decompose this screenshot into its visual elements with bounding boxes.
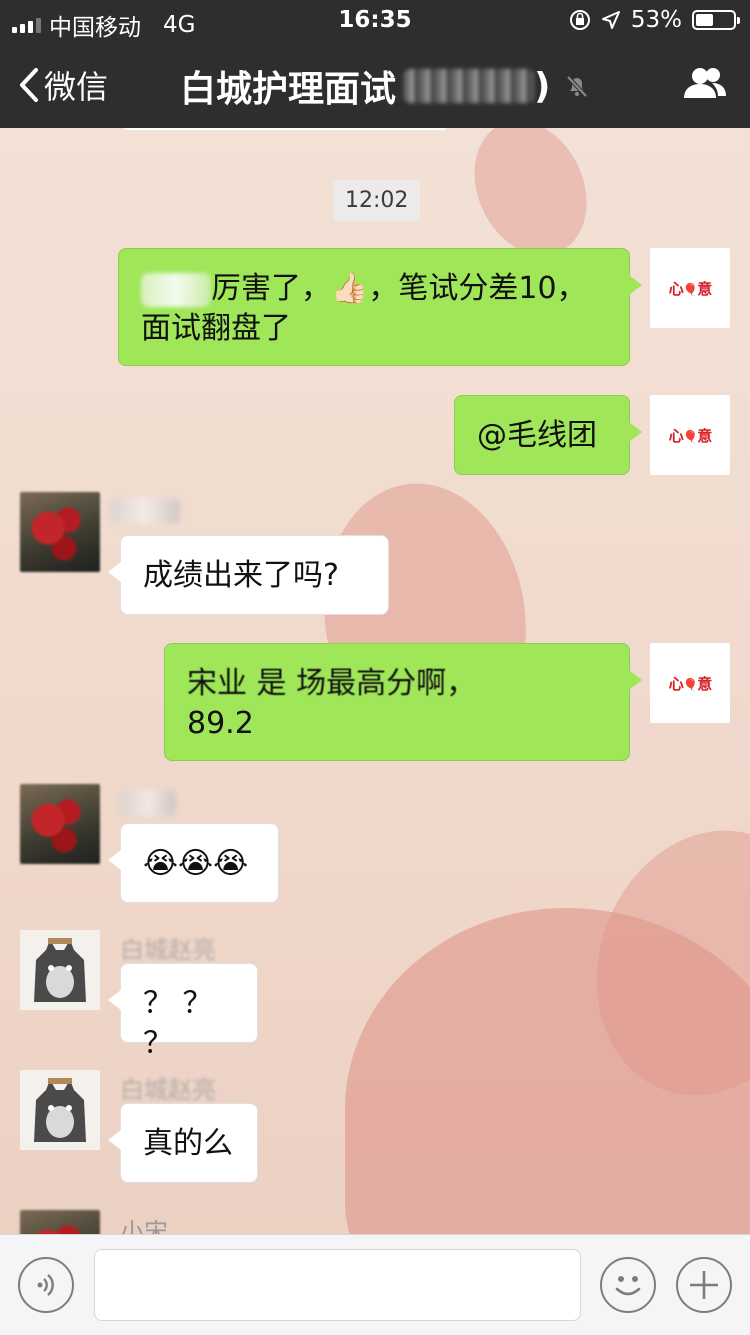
message-text: 面试翻盘了	[141, 311, 291, 346]
cat-avatar-icon	[20, 930, 100, 1010]
chat-title-suffix: )	[534, 65, 551, 107]
message-text: 真的么	[143, 1126, 233, 1161]
message-text: ，笔试分差10，	[368, 271, 587, 306]
timestamp: 12:02	[333, 180, 421, 221]
message-text: 89.2	[187, 706, 254, 741]
plus-icon	[690, 1271, 718, 1299]
message-bubble[interactable]: ？ ？ ？	[108, 963, 258, 1061]
rotation-lock-icon	[569, 10, 590, 30]
message-text: ？ ？ ？	[143, 986, 213, 1061]
group-members-button[interactable]	[682, 66, 728, 104]
sender-name: 白城赵亮	[120, 1076, 216, 1104]
battery-icon	[692, 10, 740, 30]
status-right: 53%	[569, 7, 740, 33]
message-bubble[interactable]: 成绩出来了吗?	[108, 535, 389, 615]
voice-icon	[37, 1274, 54, 1296]
nav-bar: 微信 白城护理面试 )	[0, 40, 750, 128]
avatar-self[interactable]: 心🎈意	[650, 395, 730, 475]
avatar-self[interactable]: 心🎈意	[650, 643, 730, 723]
message-bubble[interactable]: 厉害了，👍🏻，笔试分差10， 面试翻盘了	[118, 248, 642, 366]
message-bubble[interactable]: 😭😭😭	[108, 823, 279, 903]
mute-bell-icon	[567, 75, 588, 98]
previous-bubble-edge	[122, 128, 448, 130]
group-members-icon	[684, 68, 726, 98]
avatar-logo: 心🎈意	[668, 279, 713, 298]
sender-name: 白城赵亮	[120, 936, 216, 964]
chat-title: 白城护理面试 )	[180, 60, 590, 112]
message-text: 成绩出来了吗?	[143, 558, 339, 593]
more-options-button[interactable]	[676, 1257, 732, 1313]
location-icon	[601, 11, 620, 29]
avatar-logo: 心🎈意	[668, 426, 713, 445]
voice-button[interactable]	[18, 1257, 74, 1313]
input-bar	[0, 1234, 750, 1335]
message-bubble[interactable]: 真的么	[108, 1103, 258, 1183]
status-bar: 中国移动 4G 16:35 53%	[0, 0, 750, 41]
back-label: 微信	[44, 68, 109, 106]
avatar-other[interactable]	[20, 930, 100, 1010]
sender-name: 小宋	[120, 1218, 168, 1234]
battery-percent: 53%	[630, 7, 682, 33]
thumbs-up-icon: 👍🏻	[331, 271, 369, 306]
chat-area[interactable]: 12:02 心🎈意 厉害了，👍🏻，笔试分差10， 面试翻盘了 心🎈意 @毛线团 …	[0, 128, 750, 1234]
redacted-title-part	[404, 69, 535, 103]
redacted-text	[141, 272, 211, 307]
message-text-partially-redacted: 宋业 是 场最高分啊，	[187, 666, 477, 701]
avatar-other[interactable]	[20, 492, 100, 572]
back-button[interactable]: 微信	[18, 62, 108, 108]
message-bubble[interactable]: 宋业 是 场最高分啊， 89.2	[164, 643, 642, 761]
avatar-other[interactable]	[20, 1070, 100, 1150]
crying-emoji-icon: 😭😭😭	[143, 846, 249, 881]
chevron-left-icon	[20, 68, 38, 102]
avatar-other[interactable]	[20, 1210, 100, 1234]
emoji-button[interactable]	[600, 1257, 656, 1313]
redacted-sender-name	[110, 498, 180, 524]
message-text: @毛线团	[477, 418, 597, 453]
avatar-other[interactable]	[20, 784, 100, 864]
cat-avatar-icon	[20, 1070, 100, 1150]
message-bubble[interactable]: @毛线团	[454, 395, 642, 475]
message-input[interactable]	[94, 1249, 581, 1321]
chat-title-text: 白城护理面试	[180, 69, 397, 110]
message-text: 厉害了，	[211, 271, 331, 306]
avatar-logo: 心🎈意	[668, 674, 713, 693]
avatar-self[interactable]: 心🎈意	[650, 248, 730, 328]
redacted-sender-name	[120, 790, 176, 816]
emoji-icon	[615, 1276, 641, 1296]
